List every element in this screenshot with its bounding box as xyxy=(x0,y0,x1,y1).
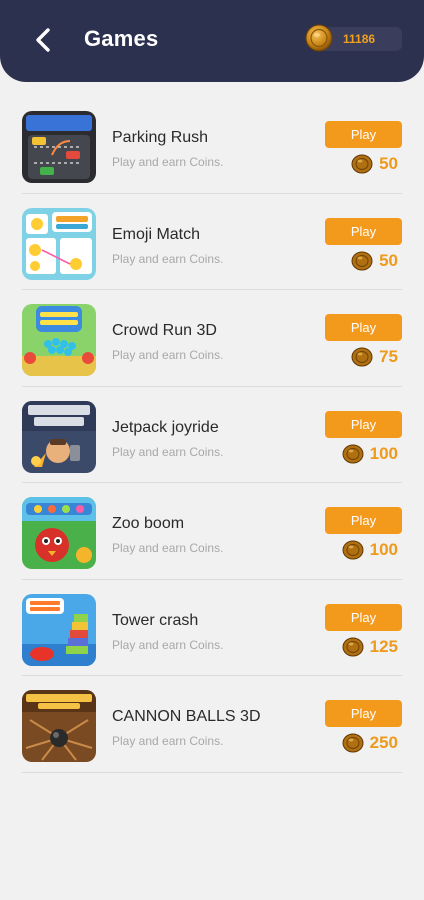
play-button[interactable]: Play xyxy=(325,314,402,341)
game-thumbnail-emoji-match xyxy=(22,207,96,280)
game-name: Emoji Match xyxy=(112,225,201,243)
app-header: Games 11186 xyxy=(0,0,424,82)
coin-icon xyxy=(351,154,373,174)
game-subtitle: Play and earn Coins. xyxy=(112,541,224,555)
game-list: Parking Rush Play and earn Coins. Play 5… xyxy=(0,97,424,773)
coin-icon xyxy=(342,637,364,656)
game-thumbnail-parking-rush xyxy=(22,111,96,183)
game-row-tower-crash[interactable]: Tower crash Play and earn Coins. Play 12… xyxy=(0,580,424,676)
reward: 125 xyxy=(342,636,398,658)
coin-icon xyxy=(342,444,364,463)
page-title: Games xyxy=(84,26,159,51)
game-row-crowd-run-3d[interactable]: Crowd Run 3D Play and earn Coins. Play 7… xyxy=(0,290,424,387)
coin-icon xyxy=(351,251,373,270)
reward-value: 75 xyxy=(379,347,398,366)
game-name: Parking Rush xyxy=(112,129,209,146)
game-name: Crowd Run 3D xyxy=(112,322,217,339)
game-subtitle: Play and earn Coins. xyxy=(112,637,224,652)
reward: 100 xyxy=(342,539,398,561)
game-name: CANNON BALLS 3D xyxy=(112,708,261,725)
reward-value: 125 xyxy=(369,636,398,656)
game-thumbnail-zoo-boom xyxy=(22,497,96,569)
game-name: Tower crash xyxy=(112,611,199,629)
reward-value: 50 xyxy=(379,250,398,270)
coin-balance[interactable]: 11186 xyxy=(304,24,402,52)
game-subtitle: Play and earn Coins. xyxy=(112,155,224,169)
row-divider xyxy=(22,771,402,773)
play-button[interactable]: Play xyxy=(325,507,402,534)
reward: 75 xyxy=(351,346,398,368)
back-arrow-icon xyxy=(36,28,50,52)
game-row-parking-rush[interactable]: Parking Rush Play and earn Coins. Play 5… xyxy=(0,97,424,194)
game-row-cannon-balls-3d[interactable]: CANNON BALLS 3D Play and earn Coins. Pla… xyxy=(0,676,424,773)
balance-value: 11186 xyxy=(343,32,376,46)
coin-icon xyxy=(342,733,364,753)
reward-value: 100 xyxy=(369,540,398,559)
back-button[interactable] xyxy=(28,22,58,58)
reward: 250 xyxy=(342,732,398,754)
coin-icon xyxy=(305,24,333,52)
game-thumbnail-crowd-run-3d xyxy=(22,304,96,376)
game-thumbnail-jetpack-joyride xyxy=(22,400,96,473)
game-subtitle: Play and earn Coins. xyxy=(112,251,224,266)
game-subtitle: Play and earn Coins. xyxy=(112,444,224,459)
play-button[interactable]: Play xyxy=(325,700,402,727)
play-button[interactable]: Play xyxy=(325,603,402,631)
game-thumbnail-cannon-balls-3d xyxy=(22,690,96,762)
reward: 50 xyxy=(351,153,398,175)
game-row-zoo-boom[interactable]: Zoo boom Play and earn Coins. Play 100 xyxy=(0,483,424,580)
reward-value: 50 xyxy=(379,154,398,173)
coin-icon xyxy=(351,347,373,367)
coin-icon xyxy=(342,540,364,560)
play-button[interactable]: Play xyxy=(325,121,402,148)
reward: 50 xyxy=(351,250,398,272)
game-row-emoji-match[interactable]: Emoji Match Play and earn Coins. Play 50 xyxy=(0,194,424,290)
game-thumbnail-tower-crash xyxy=(22,593,96,666)
reward-value: 250 xyxy=(369,733,398,752)
reward: 100 xyxy=(342,443,398,465)
play-button[interactable]: Play xyxy=(325,410,402,438)
reward-value: 100 xyxy=(369,443,398,463)
game-subtitle: Play and earn Coins. xyxy=(112,734,224,748)
play-button[interactable]: Play xyxy=(325,217,402,245)
game-name: Zoo boom xyxy=(112,515,185,532)
game-subtitle: Play and earn Coins. xyxy=(112,348,224,362)
game-row-jetpack-joyride[interactable]: Jetpack joyride Play and earn Coins. Pla… xyxy=(0,387,424,483)
game-name: Jetpack joyride xyxy=(112,418,219,436)
